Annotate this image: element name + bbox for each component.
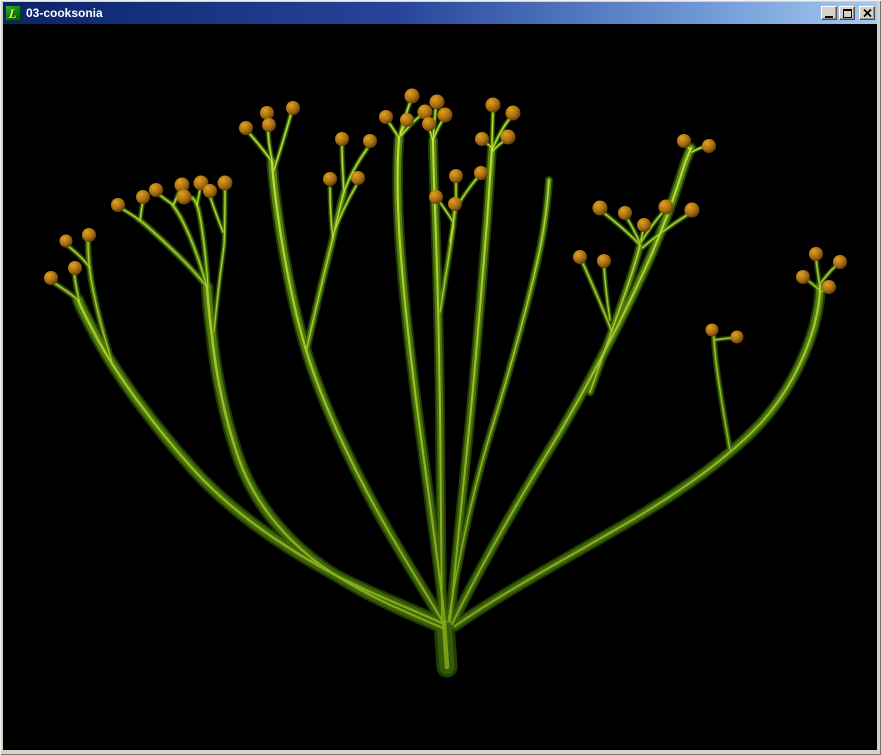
sporangium <box>379 110 393 124</box>
sporangium <box>351 171 365 185</box>
sporangium <box>286 101 300 115</box>
sporangium <box>82 228 96 242</box>
stem-path <box>455 286 820 626</box>
plant-rendering <box>3 24 877 750</box>
sporangium <box>335 132 349 146</box>
sporangium <box>833 255 847 269</box>
sporangium <box>111 198 125 212</box>
title-bar[interactable]: L 03-cooksonia <box>3 2 877 24</box>
sporangium <box>677 134 691 148</box>
sporangium <box>239 121 253 135</box>
sporangium <box>501 130 516 145</box>
sporangium <box>430 95 445 110</box>
sporangium <box>400 113 414 127</box>
sporangium <box>573 250 587 264</box>
sporangium <box>809 247 823 261</box>
sporangium <box>796 270 810 284</box>
maximize-icon <box>843 9 852 18</box>
sporangium <box>637 218 651 232</box>
stem-path <box>455 286 820 626</box>
stem-path <box>274 114 291 170</box>
sporangium <box>177 190 192 205</box>
sporangium <box>449 169 463 183</box>
lstudio-l-icon: L <box>8 7 17 20</box>
sporangium <box>448 197 462 211</box>
sporangium <box>60 235 73 248</box>
sporangium <box>136 190 150 204</box>
sporangium <box>363 134 377 148</box>
stem-path <box>444 622 447 667</box>
close-icon <box>863 9 872 17</box>
sporangium <box>731 331 744 344</box>
maximize-button[interactable] <box>839 6 855 20</box>
sporangium <box>593 201 608 216</box>
app-icon[interactable]: L <box>5 5 21 21</box>
stem-path <box>78 300 444 624</box>
sporangium <box>44 271 58 285</box>
close-button[interactable] <box>859 6 875 20</box>
sporangium <box>597 254 611 268</box>
viewport[interactable] <box>3 24 877 750</box>
sporangium <box>218 176 233 191</box>
sporangium <box>438 108 453 123</box>
sporangium <box>474 166 488 180</box>
sporangium <box>618 206 632 220</box>
sporangium <box>422 117 436 131</box>
sporangium <box>706 324 719 337</box>
stem-path <box>210 196 223 232</box>
minimize-button[interactable] <box>821 6 837 20</box>
window-controls <box>821 6 875 20</box>
sporangium <box>659 200 674 215</box>
sporangium <box>262 118 276 132</box>
sporangium <box>405 89 420 104</box>
sporangium <box>506 106 521 121</box>
sporangium <box>68 261 82 275</box>
sporangium <box>702 139 716 153</box>
stem-path <box>455 286 820 626</box>
sporangium <box>486 98 501 113</box>
sporangium <box>429 190 443 204</box>
minimize-icon <box>825 16 833 18</box>
window-title: 03-cooksonia <box>26 6 821 20</box>
stem-path <box>78 300 444 624</box>
app-window: L 03-cooksonia <box>0 0 881 755</box>
sporangium <box>475 132 489 146</box>
sporangium <box>685 203 700 218</box>
stem-path <box>306 192 344 352</box>
sporangium <box>203 184 217 198</box>
stem-path <box>78 300 444 624</box>
sporangium <box>149 183 163 197</box>
sporangium <box>822 280 836 294</box>
sporangium <box>260 106 274 120</box>
sporangium <box>323 172 337 186</box>
